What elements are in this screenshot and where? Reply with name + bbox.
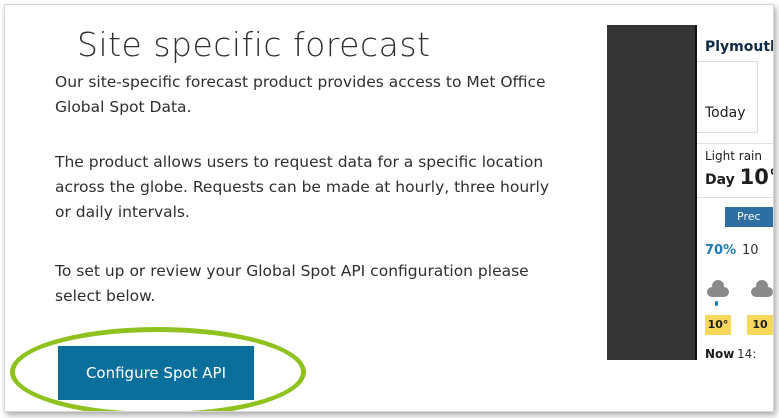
phone-preview-bezel <box>607 25 697 360</box>
preview-today-label: Today <box>705 105 746 121</box>
preview-condition: Light rain <box>705 149 762 163</box>
preview-day-value: 10° <box>739 165 773 189</box>
configure-spot-api-button[interactable]: Configure Spot API <box>58 346 254 400</box>
cloud-icon <box>751 280 773 297</box>
description-paragraph: The product allows users to request data… <box>55 153 550 221</box>
instruction-paragraph: To set up or review your Global Spot API… <box>55 262 529 305</box>
phone-preview-screen: Plymoutl Today Light rain Day 10° Prec 7… <box>695 25 774 360</box>
rain-cloud-icon <box>707 280 729 297</box>
intro-paragraph: Our site-specific forecast product provi… <box>55 73 546 116</box>
divider <box>697 197 773 198</box>
rain-drop-icon <box>715 301 718 306</box>
preview-location: Plymoutl <box>705 39 774 55</box>
preview-precip-next: 10 <box>742 243 759 258</box>
preview-temp-badge: 10 <box>747 315 773 335</box>
content-panel: Site specific forecast Our site-specific… <box>4 4 774 412</box>
preview-time-label: 14: <box>737 347 757 360</box>
preview-day-label: Day <box>705 172 735 188</box>
preview-precip-pct: 70% <box>705 243 737 258</box>
page-title: Site specific forecast <box>77 25 431 64</box>
preview-precip-pill: Prec <box>725 207 773 227</box>
preview-temp-badge: 10° <box>705 315 731 335</box>
preview-today-tab <box>697 61 758 133</box>
preview-now-label: Now <box>705 347 735 360</box>
divider <box>697 143 773 144</box>
preview-day-temp: Day 10° <box>705 165 773 189</box>
